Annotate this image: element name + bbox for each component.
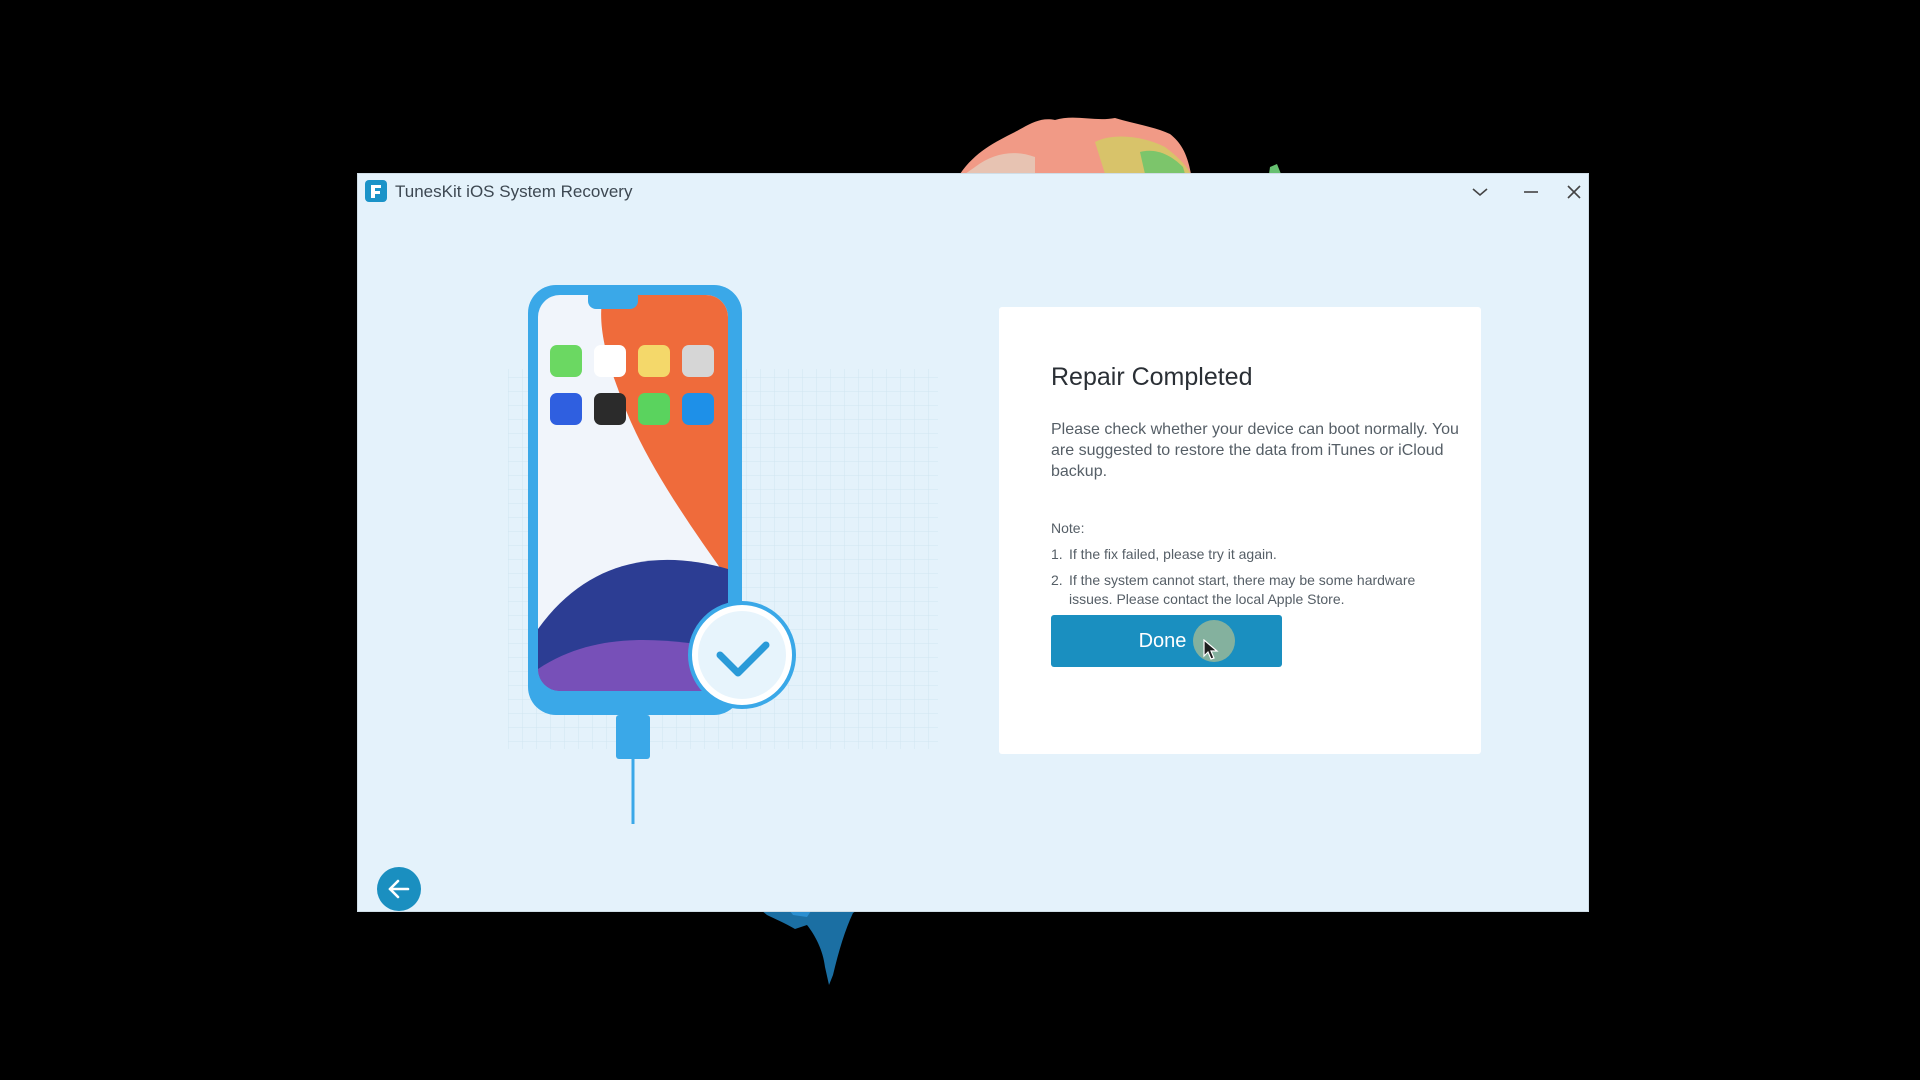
note-text: If the fix failed, please try it again. bbox=[1069, 546, 1277, 562]
tuneskit-logo-icon bbox=[365, 180, 387, 202]
note-list: 1. If the fix failed, please try it agai… bbox=[1051, 545, 1451, 616]
app-icon bbox=[638, 393, 670, 425]
app-icon bbox=[682, 345, 714, 377]
mouse-pointer-icon bbox=[1203, 639, 1219, 660]
menu-dropdown-button[interactable] bbox=[1457, 174, 1503, 210]
wallpaper-artwork bbox=[755, 905, 865, 985]
note-text: If the system cannot start, there may be… bbox=[1069, 572, 1416, 607]
note-item: 1. If the fix failed, please try it agai… bbox=[1051, 545, 1451, 564]
minimize-icon bbox=[1524, 191, 1538, 193]
cable-connector bbox=[616, 715, 650, 759]
back-button[interactable] bbox=[377, 867, 421, 911]
app-icon bbox=[594, 393, 626, 425]
minimize-button[interactable] bbox=[1508, 174, 1554, 210]
note-label: Note: bbox=[1051, 520, 1085, 536]
window-title: TunesKit iOS System Recovery bbox=[395, 182, 633, 201]
app-icon bbox=[550, 345, 582, 377]
card-title: Repair Completed bbox=[1051, 363, 1253, 391]
arrow-left-icon bbox=[388, 879, 410, 899]
title-bar: TunesKit iOS System Recovery bbox=[358, 174, 1588, 210]
chevron-down-icon bbox=[1472, 188, 1488, 197]
checkmark-icon bbox=[688, 601, 796, 709]
card-description: Please check whether your device can boo… bbox=[1051, 421, 1459, 480]
close-icon bbox=[1567, 185, 1581, 199]
result-card: Repair Completed Please check whether yo… bbox=[999, 307, 1481, 754]
app-icon bbox=[594, 345, 626, 377]
note-number: 1. bbox=[1051, 546, 1063, 562]
app-icon bbox=[682, 393, 714, 425]
note-item: 2. If the system cannot start, there may… bbox=[1051, 571, 1451, 609]
app-window: TunesKit iOS System Recovery Repair Comp… bbox=[358, 174, 1588, 911]
app-icon bbox=[638, 345, 670, 377]
done-label: Done bbox=[1138, 629, 1187, 652]
done-button[interactable]: Done bbox=[1051, 615, 1282, 667]
note-number: 2. bbox=[1051, 572, 1063, 588]
close-button[interactable] bbox=[1560, 174, 1588, 210]
phone-repair-illustration bbox=[508, 285, 938, 824]
app-icon bbox=[550, 393, 582, 425]
